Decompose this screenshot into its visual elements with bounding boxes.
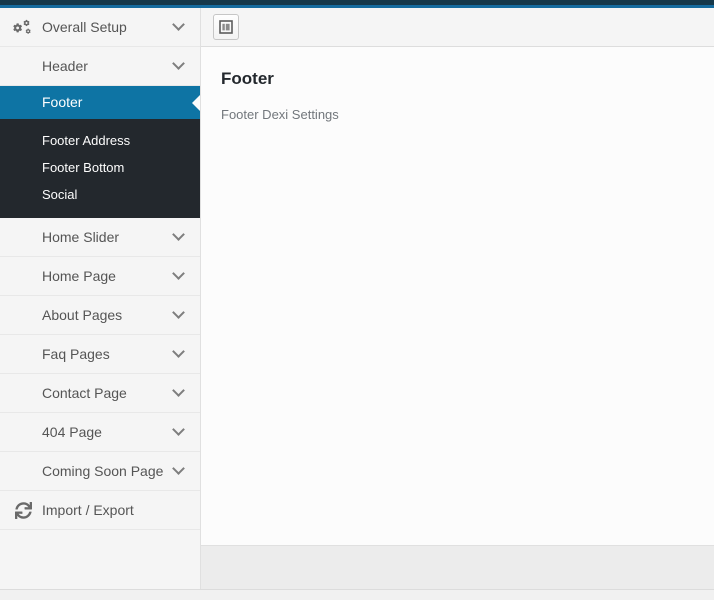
sidebar-item-import-export[interactable]: Import / Export (0, 491, 200, 530)
chevron-down-icon (172, 267, 185, 280)
sidebar-item-footer-active[interactable]: Footer (0, 86, 200, 119)
chevron-down-icon (172, 423, 185, 436)
sidebar-item-home-slider[interactable]: Home Slider (0, 218, 200, 257)
sidebar-item-contact-page[interactable]: Contact Page (0, 374, 200, 413)
sidebar-item-404-page[interactable]: 404 Page (0, 413, 200, 452)
sidebar-item-label: Header (42, 58, 88, 74)
sidebar-subitem-label: Footer Address (42, 133, 131, 148)
expand-layout-button[interactable] (213, 14, 239, 40)
content-footer-strip (201, 545, 714, 589)
sidebar-item-overall-setup[interactable]: Overall Setup (0, 8, 200, 47)
sidebar-item-faq-pages[interactable]: Faq Pages (0, 335, 200, 374)
chevron-down-icon (172, 57, 185, 70)
page-bottom-strip (0, 589, 714, 600)
section-subtitle: Footer Dexi Settings (221, 107, 339, 122)
theme-options-panel: Overall Setup Header Footer Footer Addre… (0, 0, 714, 600)
sidebar-item-label: Import / Export (42, 502, 134, 518)
options-content-pane: Footer Footer Dexi Settings (200, 8, 714, 589)
main-layout: Overall Setup Header Footer Footer Addre… (0, 8, 714, 589)
sidebar-subitem-label: Footer Bottom (42, 160, 125, 175)
section-title: Footer (221, 69, 274, 88)
chevron-down-icon (172, 18, 185, 31)
sidebar-subitem-label: Social (42, 187, 78, 202)
content-toolbar (201, 8, 714, 47)
options-sidebar: Overall Setup Header Footer Footer Addre… (0, 8, 200, 589)
sidebar-item-label: Home Page (42, 268, 116, 284)
sidebar-item-coming-soon-page[interactable]: Coming Soon Page (0, 452, 200, 491)
sidebar-item-label: 404 Page (42, 424, 102, 440)
sidebar-item-label: Home Slider (42, 229, 120, 245)
chevron-down-icon (172, 228, 185, 241)
expand-layout-icon (219, 20, 233, 34)
section-body: Footer Footer Dexi Settings (201, 47, 714, 545)
chevron-down-icon (172, 345, 185, 358)
sidebar-item-home-page[interactable]: Home Page (0, 257, 200, 296)
sidebar-item-label: Footer (42, 94, 83, 110)
sidebar-subitem-social[interactable]: Social (0, 181, 200, 208)
chevron-down-icon (172, 462, 185, 475)
sidebar-subitem-footer-address[interactable]: Footer Address (0, 127, 200, 154)
sidebar-subitem-footer-bottom[interactable]: Footer Bottom (0, 154, 200, 181)
sidebar-item-label: About Pages (42, 307, 123, 323)
chevron-down-icon (172, 306, 185, 319)
sidebar-item-label: Faq Pages (42, 346, 110, 362)
sidebar-item-about-pages[interactable]: About Pages (0, 296, 200, 335)
sidebar-item-label: Contact Page (42, 385, 127, 401)
footer-submenu: Footer Address Footer Bottom Social (0, 119, 200, 218)
gears-icon (13, 18, 33, 36)
chevron-down-icon (172, 384, 185, 397)
refresh-icon (13, 501, 33, 519)
sidebar-item-label: Coming Soon Page (42, 463, 164, 479)
sidebar-item-label: Overall Setup (42, 19, 127, 35)
sidebar-item-header[interactable]: Header (0, 47, 200, 86)
